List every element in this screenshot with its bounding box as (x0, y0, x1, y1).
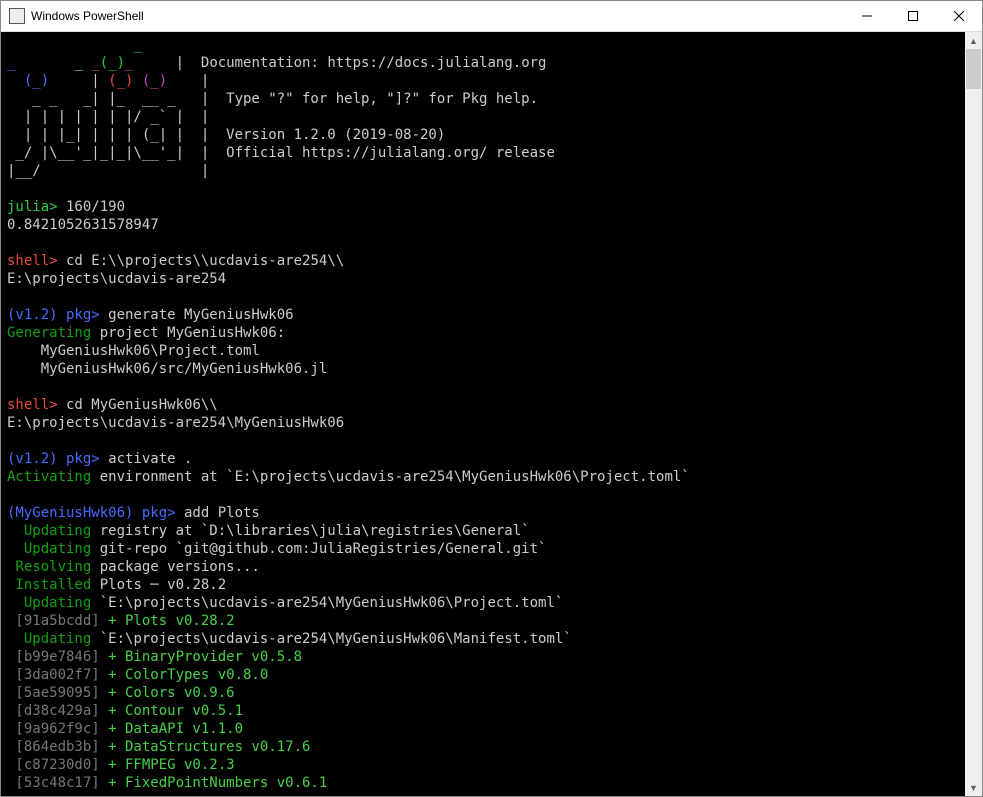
pkg-added: + BinaryProvider v0.5.8 (100, 649, 302, 665)
status-text: Generating (7, 325, 91, 341)
shell-prompt: shell> (7, 253, 58, 269)
banner-line: | (167, 73, 209, 89)
terminal-area: _ _ _ _(_)_ | Documentation: https://doc… (1, 32, 982, 796)
pkg-hash: [c87230d0] (7, 757, 100, 773)
pkg-prompt: (v1.2) pkg> (7, 307, 100, 323)
command-text: add Plots (176, 505, 260, 521)
banner-line: _/ |\__'_|_|_|\__'_| | Official https://… (7, 145, 555, 161)
command-text: cd E:\\projects\\ucdavis-are254\\ (58, 253, 345, 269)
pkg-prompt: (v1.2) pkg> (7, 451, 100, 467)
minimize-icon (862, 11, 872, 21)
banner-line: | Documentation: https://docs.julialang.… (133, 55, 546, 71)
maximize-button[interactable] (890, 1, 936, 31)
banner-line (7, 37, 133, 53)
banner-line: (_) (108, 73, 133, 89)
julia-prompt: julia> (7, 199, 58, 215)
shell-prompt: shell> (7, 397, 58, 413)
banner-line: (_) (24, 73, 49, 89)
banner-line: | (49, 73, 108, 89)
banner-line: _ _ _| |_ __ _ | Type "?" for help, "]?"… (7, 91, 538, 107)
output-text: `E:\projects\ucdavis-are254\MyGeniusHwk0… (91, 631, 571, 647)
banner-line: (_) (100, 55, 125, 71)
window-title: Windows PowerShell (31, 9, 844, 23)
banner-line (133, 73, 141, 89)
status-text: Installed (7, 577, 91, 593)
output-text: `E:\projects\ucdavis-are254\MyGeniusHwk0… (91, 595, 563, 611)
output-text: registry at `D:\libraries\julia\registri… (91, 523, 529, 539)
status-text: Updating (7, 541, 91, 557)
command-text: generate MyGeniusHwk06 (100, 307, 294, 323)
command-text: cd MyGeniusHwk06\\ (58, 397, 218, 413)
app-icon (9, 8, 25, 24)
close-icon (954, 11, 964, 21)
pkg-hash: [53c48c17] (7, 775, 100, 791)
titlebar: Windows PowerShell (1, 1, 982, 32)
status-text: Updating (7, 595, 91, 611)
banner-line: | | |_| | | | (_| | | Version 1.2.0 (201… (7, 127, 445, 143)
pkg-hash: [9a962f9c] (7, 721, 100, 737)
pkg-added: + FFMPEG v0.2.3 (100, 757, 235, 773)
pkg-hash: [864edb3b] (7, 739, 100, 755)
minimize-button[interactable] (844, 1, 890, 31)
pkg-hash: [91a5bcdd] (7, 613, 100, 629)
close-button[interactable] (936, 1, 982, 31)
command-text: activate . (100, 451, 193, 467)
scroll-up-icon[interactable]: ▲ (965, 32, 982, 49)
banner-line: _ (91, 55, 99, 71)
status-text: Updating (7, 523, 91, 539)
output-text: MyGeniusHwk06/src/MyGeniusHwk06.jl (7, 361, 327, 377)
scroll-thumb[interactable] (966, 49, 981, 89)
banner-line: | | | | | | |/ _` | | (7, 109, 209, 125)
pkg-added: + Plots v0.28.2 (100, 613, 235, 629)
pkg-added: + ColorTypes v0.8.0 (100, 667, 269, 683)
output-text: project MyGeniusHwk06: (91, 325, 285, 341)
banner-line: _ (15, 55, 91, 71)
banner-line: (_) (142, 73, 167, 89)
output-text: 0.8421052631578947 (7, 217, 159, 233)
terminal-output[interactable]: _ _ _ _(_)_ | Documentation: https://doc… (1, 32, 965, 796)
output-text: environment at `E:\projects\ucdavis-are2… (91, 469, 689, 485)
pkg-hash: [5ae59095] (7, 685, 100, 701)
output-text: E:\projects\ucdavis-are254\MyGeniusHwk06 (7, 415, 344, 431)
status-text: Resolving (7, 559, 91, 575)
pkg-added: + Colors v0.9.6 (100, 685, 235, 701)
pkg-hash: [d38c429a] (7, 703, 100, 719)
pkg-added: + DataStructures v0.17.6 (100, 739, 311, 755)
output-text: MyGeniusHwk06\Project.toml (7, 343, 260, 359)
banner-line: _ (133, 37, 141, 53)
output-text: E:\projects\ucdavis-are254 (7, 271, 226, 287)
powershell-window: Windows PowerShell _ _ _ _(_)_ | Documen… (0, 0, 983, 797)
output-text: git-repo `git@github.com:JuliaRegistries… (91, 541, 546, 557)
status-text: Updating (7, 631, 91, 647)
vertical-scrollbar[interactable]: ▲ ▼ (965, 32, 982, 796)
output-text: Plots ─ v0.28.2 (91, 577, 226, 593)
pkg-added: + FixedPointNumbers v0.6.1 (100, 775, 328, 791)
pkg-added: + Contour v0.5.1 (100, 703, 243, 719)
scroll-down-icon[interactable]: ▼ (965, 779, 982, 796)
pkg-hash: [b99e7846] (7, 649, 100, 665)
banner-line: |__/ | (7, 163, 209, 179)
output-text: package versions... (91, 559, 260, 575)
maximize-icon (908, 11, 918, 21)
banner-line (7, 73, 24, 89)
status-text: Activating (7, 469, 91, 485)
command-text: 160/190 (58, 199, 125, 215)
pkg-hash: [3da002f7] (7, 667, 100, 683)
pkg-prompt: (MyGeniusHwk06) pkg> (7, 505, 176, 521)
pkg-added: + DataAPI v1.1.0 (100, 721, 243, 737)
